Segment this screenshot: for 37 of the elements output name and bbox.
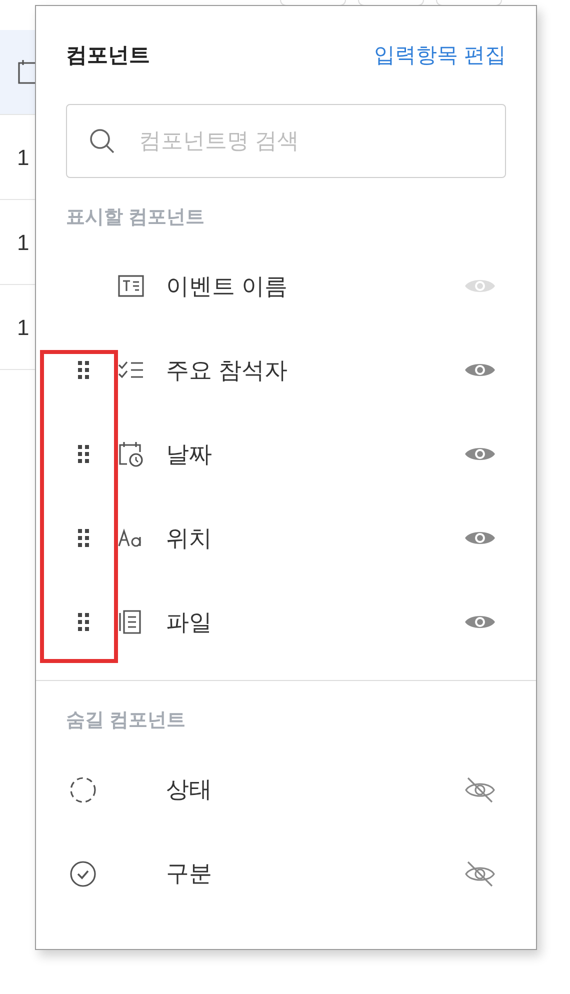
drag-handle-icon[interactable] [78, 360, 90, 380]
component-name: 파일 [166, 608, 213, 637]
drag-handle-icon[interactable] [78, 528, 90, 548]
component-name: 이벤트 이름 [166, 272, 288, 301]
section-label: 표시할 컴포넌트 [65, 206, 206, 230]
component-name: 날짜 [166, 440, 213, 469]
table-row[interactable] [0, 30, 35, 115]
text-field-icon [118, 275, 144, 297]
eye-off-icon[interactable] [464, 776, 496, 804]
search-icon [88, 126, 116, 154]
table-cell-text: 1 [17, 144, 30, 172]
component-name: 구분 [166, 859, 213, 888]
checklist-icon [118, 359, 144, 381]
document-list-icon [118, 609, 144, 635]
component-row[interactable]: 파일 [36, 580, 536, 664]
eye-off-icon[interactable] [464, 860, 496, 888]
component-name: 상태 [166, 775, 213, 804]
calendar-clock-icon [118, 440, 144, 468]
edit-fields-link[interactable]: 입력항목 편집 [374, 40, 506, 72]
component-row[interactable]: 날짜 [36, 412, 536, 496]
search-field[interactable]: 컴포넌트명 검색 [66, 104, 506, 178]
check-circle-icon [69, 860, 97, 888]
calendar-icon [17, 59, 35, 85]
section-label: 숨길 컴포넌트 [65, 709, 186, 733]
drag-handle-icon[interactable] [78, 612, 90, 632]
component-row[interactable]: 주요 참석자 [36, 328, 536, 412]
dashed-circle-icon [69, 776, 97, 804]
component-name: 주요 참석자 [166, 356, 288, 385]
table-cell-text: 1 [17, 314, 30, 342]
panel-title: 컴포넌트 [66, 43, 150, 69]
component-row[interactable]: 상태 [36, 748, 536, 832]
table-cell-text: 1 [17, 228, 30, 256]
component-row[interactable]: 구분 [36, 832, 536, 916]
component-row[interactable]: 위치 [36, 496, 536, 580]
font-icon [118, 528, 144, 548]
component-name: 위치 [166, 524, 213, 553]
drag-handle-icon[interactable] [78, 444, 90, 464]
